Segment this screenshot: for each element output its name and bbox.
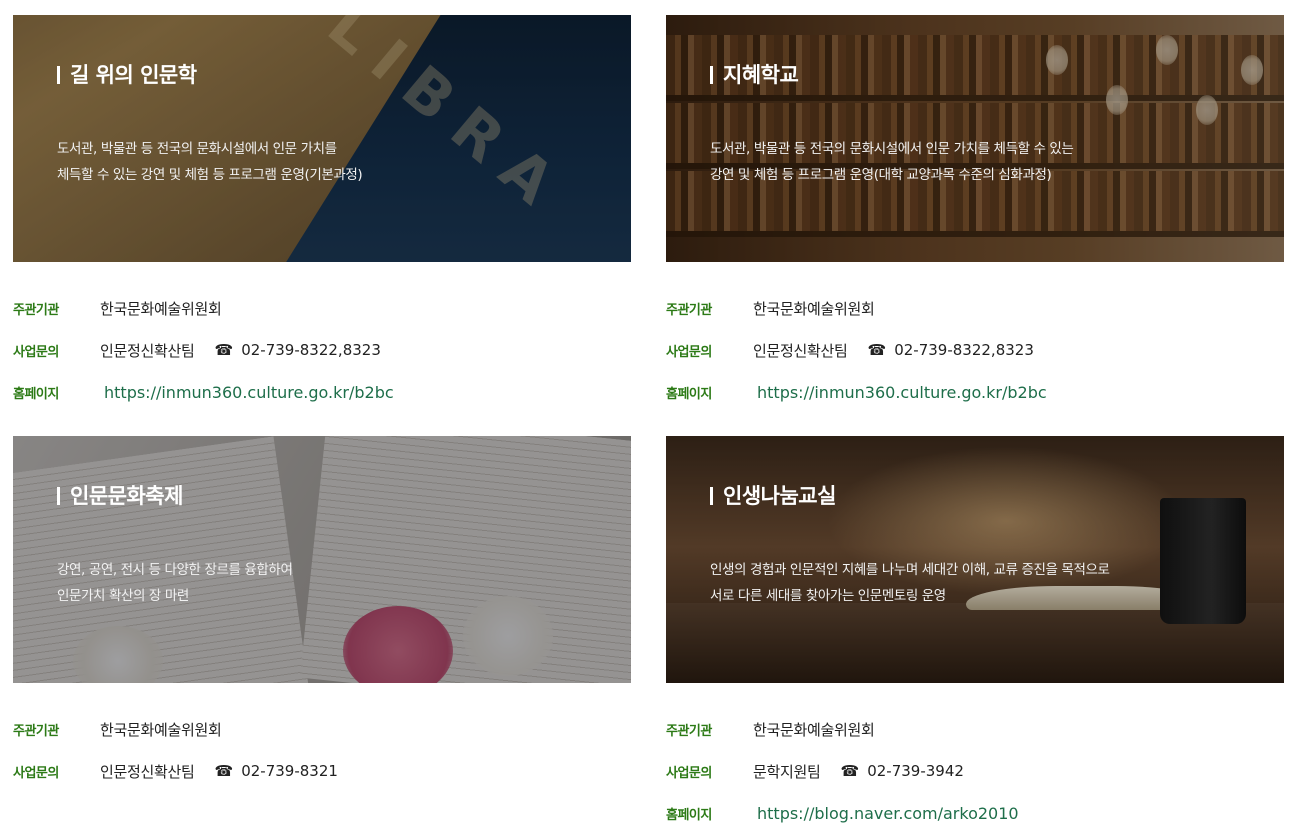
program-description: 인생의 경험과 인문적인 지혜를 나누며 세대간 이해, 교류 증진을 목적으로… <box>710 562 1110 604</box>
team-value: 문학지원팀 <box>753 762 821 781</box>
inquiry-label: 사업문의 <box>13 344 59 360</box>
homepage-link[interactable]: https://inmun360.culture.go.kr/b2bc <box>757 383 1047 402</box>
team-value: 인문정신확산팀 <box>753 341 848 360</box>
organizer-label: 주관기관 <box>666 723 712 739</box>
program-title: 길 위의 인문학 <box>57 59 197 89</box>
inquiry-row: 사업문의 인문정신확산팀 ☎ 02-739-8321 <box>13 750 631 792</box>
inquiry-label: 사업문의 <box>666 765 712 781</box>
organizer-value: 한국문화예술위원회 <box>753 299 875 318</box>
title-bar <box>57 487 60 505</box>
organizer-label: 주관기관 <box>13 302 59 318</box>
team-value: 인문정신확산팀 <box>100 762 195 781</box>
program-info: 주관기관 한국문화예술위원회 사업문의 인문정신확산팀 ☎ 02-739-832… <box>666 287 1284 413</box>
program-banner: 인생나눔교실 인생의 경험과 인문적인 지혜를 나누며 세대간 이해, 교류 증… <box>666 436 1284 683</box>
inquiry-row: 사업문의 문학지원팀 ☎ 02-739-3942 <box>666 750 1284 792</box>
homepage-link[interactable]: https://blog.naver.com/arko2010 <box>757 804 1019 823</box>
organizer-value: 한국문화예술위원회 <box>753 720 875 739</box>
phone-number: 02-739-8321 <box>241 762 338 780</box>
organizer-row: 주관기관 한국문화예술위원회 <box>666 708 1284 750</box>
phone-icon: ☎ <box>840 762 860 780</box>
organizer-row: 주관기관 한국문화예술위원회 <box>666 287 1284 329</box>
homepage-link[interactable]: https://inmun360.culture.go.kr/b2bc <box>104 383 394 402</box>
program-card-humanities-on-the-road: LIBRA 길 위의 인문학 도서관, 박물관 등 전국의 문화시설에서 인문 … <box>13 15 631 413</box>
program-banner: 인문문화축제 강연, 공연, 전시 등 다양한 장르를 융합하여 인문가치 확산… <box>13 436 631 683</box>
phone-number: 02-739-8322,8323 <box>894 341 1034 359</box>
homepage-row: 홈페이지 https://inmun360.culture.go.kr/b2bc <box>666 371 1284 413</box>
team-value: 인문정신확산팀 <box>100 341 195 360</box>
program-info: 주관기관 한국문화예술위원회 사업문의 인문정신확산팀 ☎ 02-739-832… <box>13 287 631 413</box>
title-bar <box>57 66 60 84</box>
homepage-label: 홈페이지 <box>666 386 712 402</box>
program-description: 도서관, 박물관 등 전국의 문화시설에서 인문 가치를 체득할 수 있는 강연… <box>57 141 363 183</box>
homepage-label: 홈페이지 <box>666 807 712 823</box>
program-banner: LIBRA 길 위의 인문학 도서관, 박물관 등 전국의 문화시설에서 인문 … <box>13 15 631 262</box>
program-title: 지혜학교 <box>710 59 799 89</box>
program-banner: 지혜학교 도서관, 박물관 등 전국의 문화시설에서 인문 가치를 체득할 수 … <box>666 15 1284 262</box>
program-description: 도서관, 박물관 등 전국의 문화시설에서 인문 가치를 체득할 수 있는 강연… <box>710 141 1074 183</box>
phone-icon: ☎ <box>214 341 234 359</box>
organizer-value: 한국문화예술위원회 <box>100 720 222 739</box>
program-card-humanities-festival: 인문문화축제 강연, 공연, 전시 등 다양한 장르를 융합하여 인문가치 확산… <box>13 436 631 792</box>
phone-number: 02-739-3942 <box>867 762 964 780</box>
homepage-row: 홈페이지 https://blog.naver.com/arko2010 <box>666 792 1284 832</box>
phone-icon: ☎ <box>867 341 887 359</box>
program-info: 주관기관 한국문화예술위원회 사업문의 문학지원팀 ☎ 02-739-3942 … <box>666 708 1284 832</box>
homepage-label: 홈페이지 <box>13 386 59 402</box>
program-title: 인문문화축제 <box>57 480 183 510</box>
organizer-row: 주관기관 한국문화예술위원회 <box>13 287 631 329</box>
phone-icon: ☎ <box>214 762 234 780</box>
program-card-life-sharing-class: 인생나눔교실 인생의 경험과 인문적인 지혜를 나누며 세대간 이해, 교류 증… <box>666 436 1284 832</box>
title-bar <box>710 487 713 505</box>
phone-number: 02-739-8322,8323 <box>241 341 381 359</box>
organizer-value: 한국문화예술위원회 <box>100 299 222 318</box>
inquiry-label: 사업문의 <box>666 344 712 360</box>
program-card-wisdom-school: 지혜학교 도서관, 박물관 등 전국의 문화시설에서 인문 가치를 체득할 수 … <box>666 15 1284 413</box>
inquiry-label: 사업문의 <box>13 765 59 781</box>
organizer-label: 주관기관 <box>666 302 712 318</box>
program-description: 강연, 공연, 전시 등 다양한 장르를 융합하여 인문가치 확산의 장 마련 <box>57 562 293 604</box>
title-bar <box>710 66 713 84</box>
program-info: 주관기관 한국문화예술위원회 사업문의 인문정신확산팀 ☎ 02-739-832… <box>13 708 631 792</box>
program-title: 인생나눔교실 <box>710 480 836 510</box>
organizer-label: 주관기관 <box>13 723 59 739</box>
inquiry-row: 사업문의 인문정신확산팀 ☎ 02-739-8322,8323 <box>666 329 1284 371</box>
homepage-row: 홈페이지 https://inmun360.culture.go.kr/b2bc <box>13 371 631 413</box>
inquiry-row: 사업문의 인문정신확산팀 ☎ 02-739-8322,8323 <box>13 329 631 371</box>
organizer-row: 주관기관 한국문화예술위원회 <box>13 708 631 750</box>
